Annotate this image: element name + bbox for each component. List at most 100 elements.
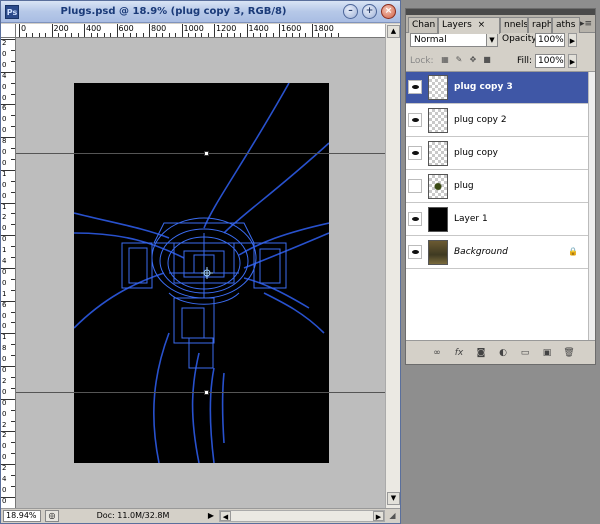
layers-list-scrollbar[interactable] [588, 72, 595, 340]
ruler-tick [1, 398, 15, 400]
scroll-left-arrow[interactable]: ◀ [220, 511, 231, 521]
adjustment-layer-icon[interactable]: ◐ [496, 347, 510, 359]
ruler-label: 4 [2, 475, 7, 483]
horizontal-guide-top[interactable] [16, 153, 385, 154]
layer-name: plug copy [454, 148, 498, 158]
ruler-label: 1 [2, 333, 7, 342]
tab-layers[interactable]: Layers × [438, 17, 500, 34]
ruler-label: 8 [2, 137, 7, 146]
transform-handle-top[interactable] [204, 151, 209, 156]
layer-thumbnail [428, 174, 448, 199]
ruler-minor-tick [305, 33, 306, 37]
ruler-major-tick [246, 24, 248, 37]
layer-row-plug-copy-2[interactable]: plug copy 2 [406, 105, 588, 137]
chevron-down-icon: ▼ [486, 34, 497, 46]
tab-graph[interactable]: raph [528, 17, 552, 33]
ruler-tick [1, 496, 15, 498]
ruler-label: 0 [2, 322, 7, 331]
canvas-artwork[interactable] [73, 82, 330, 464]
eye-icon[interactable] [408, 245, 422, 259]
ruler-minor-tick [298, 33, 300, 37]
lock-position-icon[interactable]: ✥ [468, 55, 478, 65]
status-info-icon[interactable]: ◎ [45, 510, 59, 522]
opacity-input[interactable]: 100% [535, 33, 565, 47]
fill-arrow-icon[interactable]: ▶ [568, 54, 577, 68]
scroll-down-arrow[interactable]: ▼ [387, 492, 400, 505]
tab-channels-overlap[interactable]: nnels [500, 17, 528, 33]
canvas-area[interactable] [16, 38, 385, 508]
zoom-level-field[interactable]: 18.94% [3, 510, 41, 522]
scroll-up-arrow[interactable]: ▲ [387, 25, 400, 38]
link-layers-icon[interactable]: ∞ [430, 347, 444, 359]
vertical-scrollbar[interactable]: ▲ ▼ [385, 24, 400, 508]
ruler-tick [11, 213, 15, 215]
panel-footer-toolbar: ∞ fx ◙ ◐ ▭ ▣ 🗑 [406, 343, 595, 364]
lock-image-pixels-icon[interactable]: ✎ [454, 55, 464, 65]
status-menu-arrow-icon[interactable]: ▶ [205, 510, 217, 522]
layer-style-fx-icon[interactable]: fx [452, 347, 466, 359]
layer-row-plug-copy[interactable]: plug copy [406, 138, 588, 170]
lock-all-icon[interactable]: ■ [482, 55, 492, 65]
lock-transparent-pixels-icon[interactable]: ▦ [440, 55, 450, 65]
ruler-minor-tick [25, 33, 27, 37]
new-group-icon[interactable]: ▭ [518, 347, 532, 359]
ruler-label: 0 [2, 148, 7, 156]
layer-row-background[interactable]: Background 🔒 [406, 237, 588, 269]
minimize-button[interactable]: – [343, 4, 358, 19]
layers-list: plug copy 3 plug copy 2 plug copy plug L [406, 71, 595, 341]
ruler-tick [11, 49, 15, 51]
eye-icon[interactable] [408, 113, 422, 127]
eye-icon[interactable] [408, 212, 422, 226]
ruler-tick [11, 93, 15, 95]
horizontal-guide-bottom[interactable] [16, 392, 385, 393]
ruler-minor-tick [201, 33, 202, 37]
ruler-tick [1, 71, 15, 73]
panel-menu-icon[interactable]: ▸≡ [580, 19, 592, 29]
layer-row-plug-copy-3[interactable]: plug copy 3 [406, 72, 588, 104]
eye-icon[interactable] [408, 80, 422, 94]
ruler-label: 0 [2, 115, 7, 124]
ruler-tick [11, 322, 15, 324]
ruler-label: 0 [2, 311, 7, 320]
transform-handle-bottom[interactable] [204, 390, 209, 395]
scroll-right-arrow[interactable]: ▶ [373, 511, 384, 521]
ruler-minor-tick [318, 33, 319, 37]
close-button[interactable]: × [381, 4, 396, 19]
ruler-minor-tick [240, 33, 241, 37]
opacity-arrow-icon[interactable]: ▶ [568, 33, 577, 47]
tab-channels[interactable]: Chan [408, 17, 438, 33]
tab-close-icon[interactable]: × [478, 20, 486, 30]
maximize-button[interactable]: + [362, 4, 377, 19]
layer-row-layer-1[interactable]: Layer 1 [406, 204, 588, 236]
ruler-major-tick [84, 24, 85, 37]
ruler-minor-tick [71, 33, 72, 37]
ruler-major-tick [19, 24, 20, 37]
horizontal-scrollbar[interactable]: ◀ ▶ [219, 510, 385, 522]
ruler-minor-tick [227, 33, 228, 37]
horizontal-ruler[interactable]: 0 200 400 600 800 1000 1200 1400 1600 1800 [16, 24, 385, 38]
ruler-label: 2 [2, 213, 7, 222]
ruler-tick [1, 202, 15, 204]
ruler-minor-tick [90, 33, 92, 37]
fill-input[interactable]: 100% [535, 54, 565, 68]
ruler-label: 4 [2, 257, 7, 265]
visibility-toggle-empty[interactable] [408, 179, 422, 193]
ruler-label: 2 [2, 376, 7, 385]
new-layer-icon[interactable]: ▣ [540, 347, 554, 359]
layer-row-plug[interactable]: plug [406, 171, 588, 203]
ruler-origin[interactable] [1, 24, 16, 38]
ruler-tick [11, 82, 15, 84]
layer-thumbnail [428, 141, 448, 166]
vertical-ruler[interactable]: 2 0 0 4 0 0 6 0 0 8 0 0 1 0 0 1 2 0 0 1 4 0 0 1 6 0 0 1 8 0 0 2 0 0 0 2 2 0 0 2… [1, 38, 16, 508]
close-icon: × [384, 6, 393, 16]
trash-icon[interactable]: 🗑 [562, 347, 576, 359]
resize-grip-icon[interactable]: ◢ [386, 510, 399, 522]
document-titlebar[interactable]: Ps Plugs.psd @ 18.9% (plug copy 3, RGB/8… [1, 1, 400, 23]
ruler-label: 0 [2, 191, 7, 200]
ruler-label: 1 [2, 202, 7, 211]
add-mask-icon[interactable]: ◙ [474, 347, 488, 359]
eye-icon[interactable] [408, 146, 422, 160]
ruler-label: 0 [2, 126, 7, 135]
tab-paths[interactable]: aths [552, 17, 580, 33]
blend-mode-select[interactable]: Normal ▼ [410, 33, 498, 47]
